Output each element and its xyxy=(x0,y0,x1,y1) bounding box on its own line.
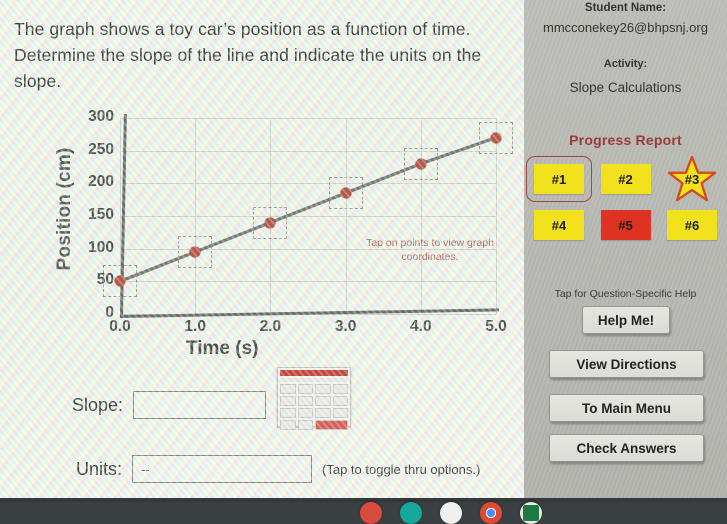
progress-row: #4 #5 #6 xyxy=(534,210,717,240)
to-main-menu-button[interactable]: To Main Menu xyxy=(549,394,704,422)
white-app-icon[interactable] xyxy=(440,502,462,524)
chrome-icon[interactable] xyxy=(480,502,502,524)
chart-x-tick-label: 5.0 xyxy=(485,318,507,335)
chart-y-tick-label: 100 xyxy=(88,238,114,256)
help-note: Tap for Question-Specific Help xyxy=(554,288,697,300)
slope-label: Slope: xyxy=(72,394,124,415)
chart-data-point[interactable] xyxy=(189,246,201,258)
keypad-key[interactable] xyxy=(332,396,348,406)
help-me-button[interactable]: Help Me! xyxy=(582,306,670,334)
chart-x-tick-label: 4.0 xyxy=(410,318,432,335)
progress-chip-4[interactable]: #4 xyxy=(534,210,584,240)
progress-chip-label: #5 xyxy=(618,217,633,233)
chart-data-point[interactable] xyxy=(340,187,352,199)
keypad-key[interactable] xyxy=(297,408,313,418)
keypad-enter-key[interactable] xyxy=(315,420,348,430)
slope-answer-row: Slope: xyxy=(72,391,267,419)
chart-y-tick-label: 200 xyxy=(88,173,114,191)
chart-x-axis-label: Time (s) xyxy=(186,338,259,359)
progress-report-title: Progress Report xyxy=(569,132,682,148)
view-directions-button[interactable]: View Directions xyxy=(549,350,704,378)
keypad-key[interactable] xyxy=(280,408,296,418)
keypad-key[interactable] xyxy=(315,384,331,394)
keypad-key[interactable] xyxy=(297,384,313,394)
check-answers-button[interactable]: Check Answers xyxy=(549,434,704,462)
units-input[interactable]: -- xyxy=(132,455,313,483)
keypad-keys[interactable] xyxy=(280,384,348,430)
keypad-display xyxy=(280,378,348,382)
progress-chip-label: #1 xyxy=(551,171,567,187)
progress-chip-label: #6 xyxy=(684,217,700,233)
chart-y-tick-label: 150 xyxy=(88,206,114,223)
activity-label: Activity: xyxy=(603,58,648,70)
progress-chip-3[interactable]: #3 xyxy=(667,156,717,202)
chart-y-tick-label: 0 xyxy=(105,304,114,321)
student-name-label: Student Name: xyxy=(584,2,667,14)
keypad-key[interactable] xyxy=(280,420,296,430)
chart-x-tick-label: 2.0 xyxy=(259,318,282,335)
chart-data-point[interactable] xyxy=(264,217,276,229)
numeric-keypad-popup[interactable] xyxy=(277,367,351,430)
units-answer-row: Units: -- (Tap to toggle thru options.) xyxy=(76,455,480,483)
progress-chip-5[interactable]: #5 xyxy=(600,210,651,240)
sidebar-panel: Student Name: mmcconekey26@bhpsnj.org Ac… xyxy=(524,0,727,498)
progress-chip-1[interactable]: #1 xyxy=(526,156,592,202)
chart-x-tick-label: 1.0 xyxy=(184,318,206,335)
progress-chip-label: #3 xyxy=(684,171,700,187)
chart-tap-hint: Tap on points to view graph coordinates. xyxy=(366,237,494,263)
worksheet-area: The graph shows a toy car’s position as … xyxy=(0,0,524,524)
chart-x-ticks: 0.0 1.0 2.0 3.0 4.0 5.0 xyxy=(109,318,507,338)
excel-icon[interactable] xyxy=(520,502,542,524)
keypad-key[interactable] xyxy=(297,420,313,430)
teal-app-icon[interactable] xyxy=(400,502,422,524)
chart-data-point[interactable] xyxy=(114,275,126,287)
keypad-key[interactable] xyxy=(315,408,331,418)
keypad-key[interactable] xyxy=(315,396,331,406)
progress-report-grid: #1 #2 #3 #4 #5 #6 xyxy=(526,156,717,256)
chart-trend-line xyxy=(119,136,497,283)
progress-chip-6[interactable]: #6 xyxy=(667,210,717,240)
keypad-key[interactable] xyxy=(280,396,296,406)
chart-x-tick-label: 3.0 xyxy=(334,318,357,335)
keypad-title-bar xyxy=(280,370,348,376)
progress-chip-label: #4 xyxy=(551,217,567,233)
keypad-key[interactable] xyxy=(280,384,296,394)
keypad-key[interactable] xyxy=(332,408,348,418)
chart-data-point[interactable] xyxy=(415,158,427,170)
keypad-key[interactable] xyxy=(332,384,348,394)
question-prompt: The graph shows a toy car’s position as … xyxy=(14,19,482,91)
screen-root: The graph shows a toy car’s position as … xyxy=(0,0,727,524)
chart-plot-area[interactable]: Tap on points to view graph coordinates. xyxy=(103,114,513,317)
activity-name: Slope Calculations xyxy=(569,80,682,95)
chart-data-point[interactable] xyxy=(490,132,502,144)
position-time-chart: Position (cm) 0 50 100 150 200 250 300 Tap on … xyxy=(8,108,518,360)
recorder-icon[interactable] xyxy=(360,502,382,524)
dock-icon-strip[interactable] xyxy=(0,502,727,524)
os-dock xyxy=(0,498,727,524)
chart-y-tick-label: 300 xyxy=(88,108,114,125)
progress-chip-label: #2 xyxy=(618,171,633,187)
progress-chip-2[interactable]: #2 xyxy=(600,164,651,194)
chart-x-tick-label: 0.0 xyxy=(109,318,131,335)
student-email: mmcconekey26@bhpsnj.org xyxy=(543,20,708,35)
keypad-key[interactable] xyxy=(297,396,313,406)
slope-input[interactable] xyxy=(133,391,267,419)
chart-y-tick-label: 250 xyxy=(88,140,114,158)
units-label: Units: xyxy=(76,458,123,479)
progress-row: #1 #2 #3 xyxy=(526,156,717,202)
units-toggle-note: (Tap to toggle thru options.) xyxy=(322,461,481,477)
